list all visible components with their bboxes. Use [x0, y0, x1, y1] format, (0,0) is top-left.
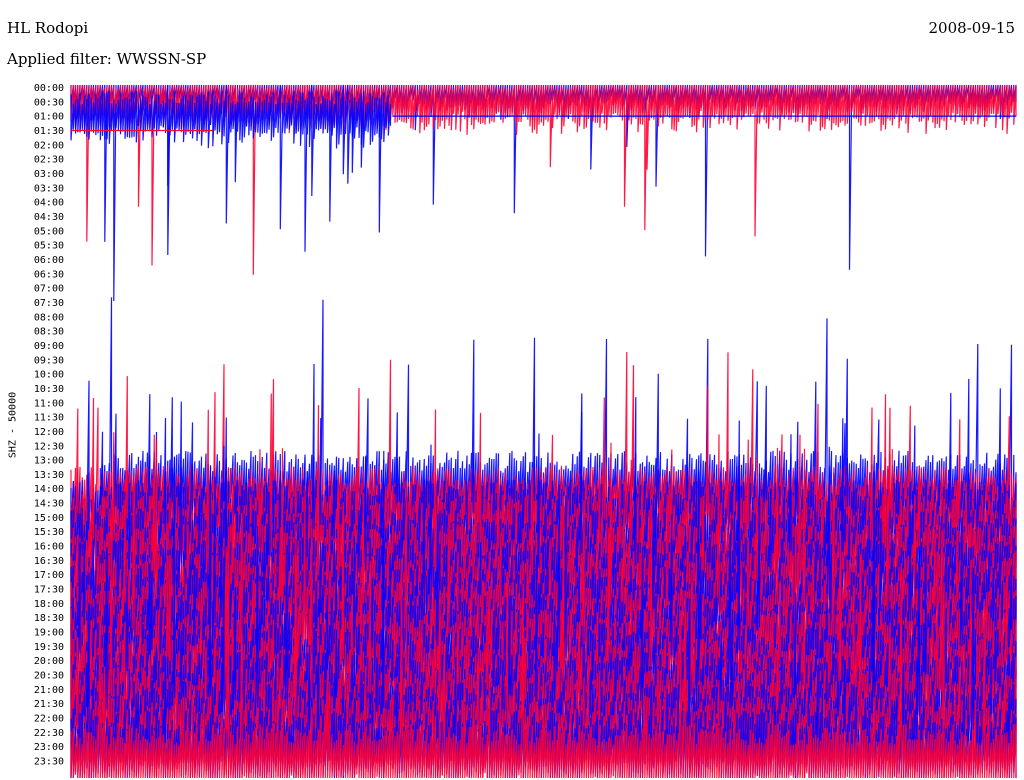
trace-layer [70, 84, 1017, 779]
y-tick-label: 01:30 [34, 126, 64, 137]
y-tick-label: 22:00 [34, 714, 64, 725]
y-tick-label: 00:30 [34, 97, 64, 108]
y-tick-label: 23:00 [34, 742, 64, 753]
trace-row [70, 84, 392, 256]
y-tick-label: 05:00 [34, 226, 64, 237]
y-tick-label: 07:00 [34, 284, 64, 295]
y-tick-label: 05:30 [34, 241, 64, 252]
y-tick-label: 17:00 [34, 570, 64, 581]
y-tick-label: 20:30 [34, 671, 64, 682]
y-tick-label: 23:30 [34, 757, 64, 768]
y-tick-label: 07:30 [34, 298, 64, 309]
y-tick-label: 11:00 [34, 398, 64, 409]
y-tick-label: 13:30 [34, 470, 64, 481]
y-tick-label: 21:00 [34, 685, 64, 696]
y-tick-label: 16:30 [34, 556, 64, 567]
y-tick-label: 01:00 [34, 112, 64, 123]
y-tick-label: 19:00 [34, 628, 64, 639]
y-tick-label: 08:30 [34, 327, 64, 338]
y-tick-label: 04:30 [34, 212, 64, 223]
y-tick-label: 11:30 [34, 413, 64, 424]
y-tick-label: 16:00 [34, 542, 64, 553]
y-tick-label: 00:00 [34, 83, 64, 94]
y-tick-label: 14:30 [34, 499, 64, 510]
y-tick-label: 13:00 [34, 456, 64, 467]
y-tick-label: 09:00 [34, 341, 64, 352]
y-tick-label: 20:00 [34, 656, 64, 667]
y-axis-tick-labels: 00:00 00:30 01:00 01:30 02:00 02:30 03:00 03:30… [34, 83, 64, 768]
y-tick-label: 21:30 [34, 699, 64, 710]
y-tick-label: 18:30 [34, 613, 64, 624]
y-tick-label: 03:30 [34, 183, 64, 194]
y-tick-label: 15:30 [34, 527, 64, 538]
y-tick-label: 02:30 [34, 155, 64, 166]
y-tick-label: 12:00 [34, 427, 64, 438]
y-tick-label: 17:30 [34, 585, 64, 596]
y-tick-label: 04:00 [34, 198, 64, 209]
y-tick-label: 18:00 [34, 599, 64, 610]
y-tick-label: 10:30 [34, 384, 64, 395]
y-tick-label: 15:00 [34, 513, 64, 524]
helicorder-chart: 00:00 00:30 01:00 01:30 02:00 02:30 03:00 03:30… [34, 83, 1017, 779]
y-tick-label: 02:00 [34, 140, 64, 151]
y-tick-label: 10:00 [34, 370, 64, 381]
y-tick-label: 22:30 [34, 728, 64, 739]
y-tick-label: 03:00 [34, 169, 64, 180]
y-tick-label: 08:00 [34, 312, 64, 323]
y-tick-label: 14:00 [34, 484, 64, 495]
y-tick-label: 19:30 [34, 642, 64, 653]
y-tick-label: 09:30 [34, 355, 64, 366]
y-tick-label: 06:30 [34, 269, 64, 280]
y-tick-label: 06:00 [34, 255, 64, 266]
y-tick-label: 12:30 [34, 441, 64, 452]
